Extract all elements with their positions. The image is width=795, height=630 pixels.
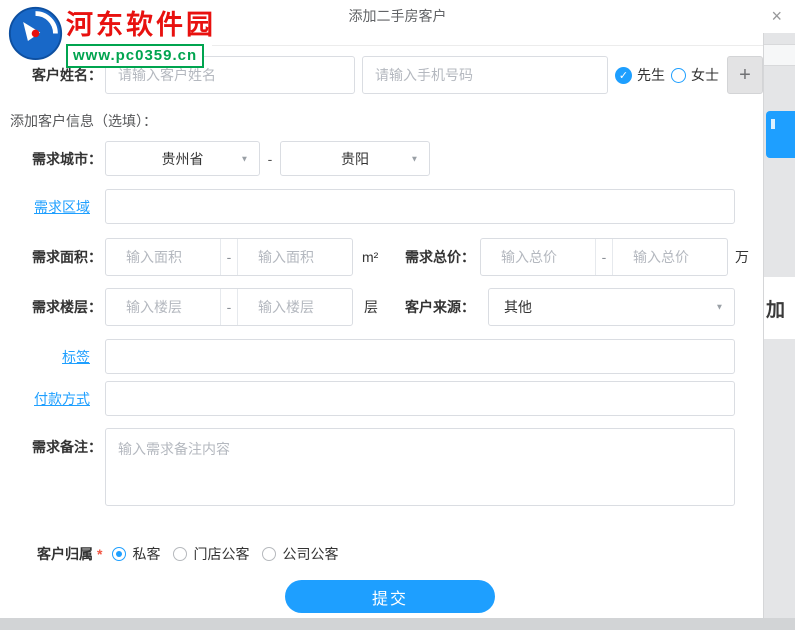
source-select[interactable]: 其他 ▼	[488, 288, 735, 326]
area-min-input[interactable]	[106, 239, 220, 275]
ownership-option-label: 公司公客	[282, 546, 339, 562]
area-max-input[interactable]	[238, 239, 352, 275]
payment-input[interactable]	[105, 381, 735, 416]
check-icon: ✓	[615, 66, 632, 84]
site-logo-icon	[8, 6, 63, 61]
floor-source-row: 需求楼层： - 层 客户来源： 其他 ▼	[0, 288, 763, 326]
close-icon[interactable]: ×	[771, 6, 782, 26]
add-contact-button[interactable]: +	[727, 56, 763, 94]
city-row: 需求城市： 贵州省 ▼ - 贵阳 ▼	[0, 141, 763, 177]
background-blue-button-fragment	[766, 111, 795, 158]
area-label: 需求面积：	[32, 249, 102, 265]
customer-phone-input[interactable]	[362, 56, 608, 94]
site-url-badge: www.pc0359.cn	[66, 44, 205, 68]
price-range-separator: -	[595, 239, 613, 275]
area-range-group: -	[105, 238, 353, 276]
site-watermark: 河东软件园 www.pc0359.cn	[7, 3, 216, 68]
submit-button[interactable]: 提交	[285, 580, 495, 613]
background-page-fragment: 加	[763, 33, 795, 618]
gender-female-radio[interactable]: 女士	[671, 56, 719, 94]
city-value: 贵阳	[341, 150, 369, 167]
background-toolbar-fragment	[764, 44, 795, 66]
region-row: 需求区域	[0, 189, 763, 225]
ownership-option-store-public[interactable]: 门店公客	[173, 544, 249, 564]
payment-row: 付款方式	[0, 381, 763, 417]
price-min-input[interactable]	[481, 239, 595, 275]
province-value: 贵州省	[161, 150, 204, 167]
source-value: 其他	[504, 299, 532, 315]
radio-icon	[262, 547, 277, 561]
chevron-down-icon: ▼	[410, 154, 419, 163]
city-select[interactable]: 贵阳 ▼	[280, 141, 430, 176]
floor-label: 需求楼层：	[32, 299, 102, 315]
ownership-option-company-public[interactable]: 公司公客	[262, 544, 338, 564]
optional-info-section-title: 添加客户信息（选填）：	[10, 113, 157, 129]
tag-link[interactable]: 标签	[0, 339, 90, 375]
price-max-input[interactable]	[613, 239, 727, 275]
ownership-option-label: 私客	[132, 546, 161, 562]
region-link[interactable]: 需求区域	[0, 189, 90, 225]
floor-range-group: -	[105, 288, 353, 326]
gender-female-label: 女士	[691, 67, 719, 83]
ownership-row: 客户归属 * 私客 门店公客 公司公客	[37, 545, 351, 563]
source-label: 客户来源：	[405, 299, 475, 315]
gender-male-label: 先生	[637, 67, 665, 83]
tag-input[interactable]	[105, 339, 735, 374]
header-divider	[212, 45, 763, 46]
radio-selected-icon	[112, 547, 127, 561]
background-text-fragment: 加	[764, 277, 795, 339]
tag-row: 标签	[0, 339, 763, 375]
floor-max-input[interactable]	[238, 289, 352, 325]
province-select[interactable]: 贵州省 ▼	[105, 141, 260, 176]
background-fragment-text: 加	[766, 299, 786, 321]
floor-unit: 层	[364, 299, 378, 315]
price-label: 需求总价：	[405, 249, 475, 265]
ownership-label: 客户归属	[37, 546, 93, 562]
ownership-option-private[interactable]: 私客	[112, 544, 160, 564]
area-range-separator: -	[220, 239, 238, 275]
site-name: 河东软件园	[66, 10, 216, 40]
price-range-group: -	[480, 238, 728, 276]
remark-row: 需求备注：	[0, 428, 763, 506]
payment-link[interactable]: 付款方式	[0, 381, 90, 417]
gender-male-radio[interactable]: ✓ 先生	[615, 56, 665, 94]
radio-circle-icon	[671, 67, 686, 83]
required-asterisk: *	[97, 546, 103, 562]
remark-textarea[interactable]	[105, 428, 735, 506]
bottom-window-edge	[0, 618, 795, 630]
chevron-down-icon: ▼	[240, 154, 249, 163]
ownership-option-label: 门店公客	[193, 546, 250, 562]
remark-label: 需求备注：	[32, 439, 102, 455]
city-range-separator: -	[267, 151, 273, 167]
city-label: 需求城市：	[32, 151, 102, 167]
region-input[interactable]	[105, 189, 735, 224]
area-price-row: 需求面积： - m² 需求总价： - 万	[0, 238, 763, 276]
floor-min-input[interactable]	[106, 289, 220, 325]
radio-icon	[173, 547, 188, 561]
floor-range-separator: -	[220, 289, 238, 325]
price-unit: 万	[735, 249, 749, 265]
chevron-down-icon: ▼	[715, 302, 724, 312]
area-unit: m²	[362, 249, 379, 265]
